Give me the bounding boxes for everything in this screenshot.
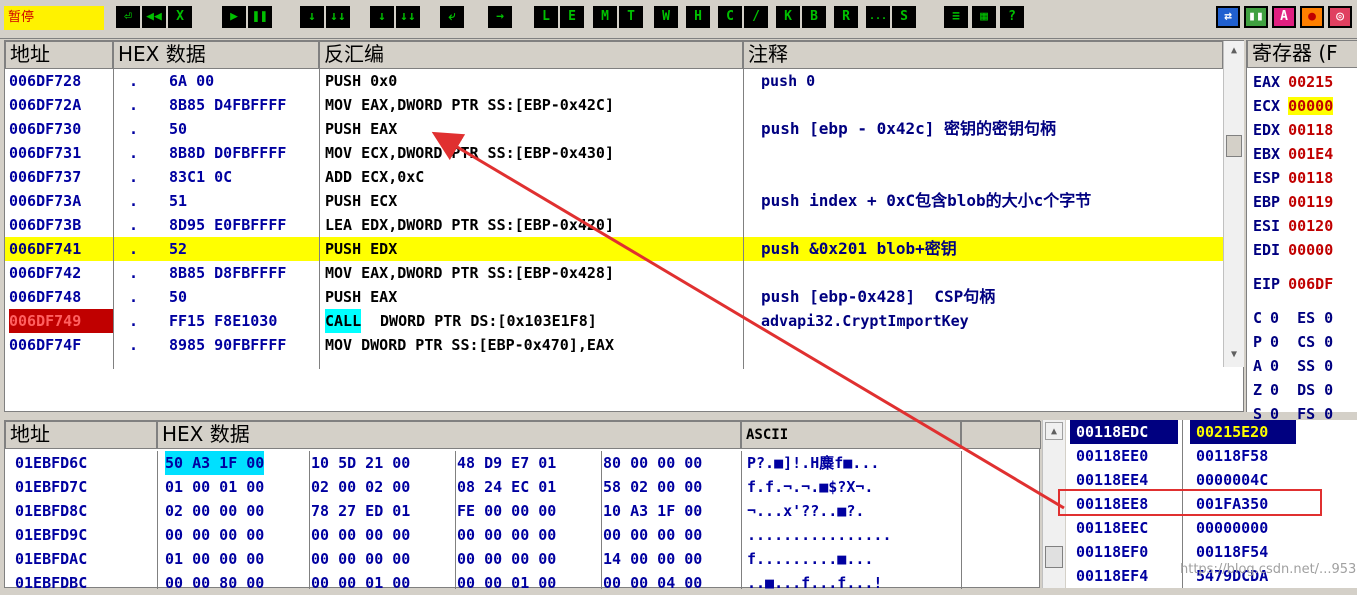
watermark: https://blog.csdn.net/...953050: [1180, 562, 1357, 577]
annotation-arrow: [431, 131, 1065, 510]
